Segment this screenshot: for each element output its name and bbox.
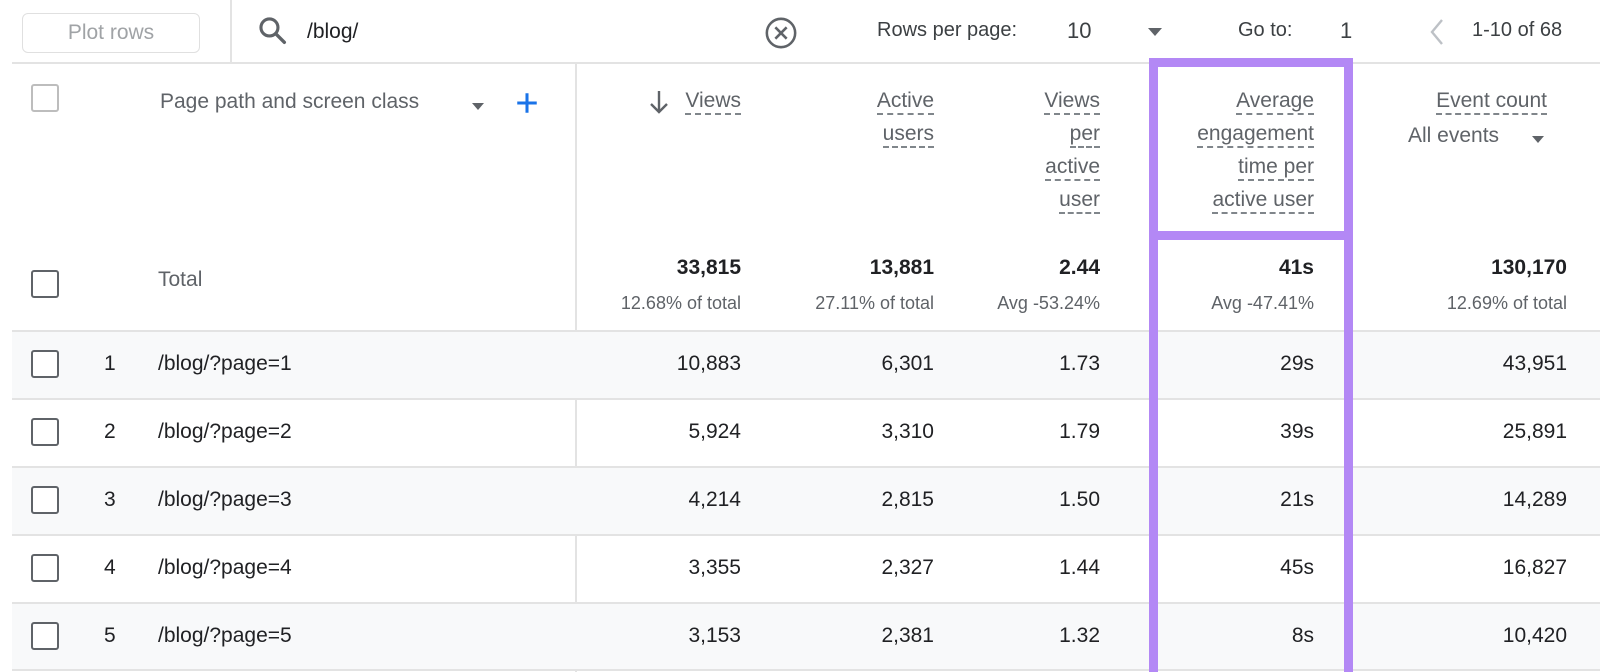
- header-line: Views: [1044, 89, 1100, 115]
- cell-avg-engagement: 45s: [1280, 556, 1314, 579]
- cell-active-users: 2,815: [881, 488, 934, 511]
- total-checkbox[interactable]: [31, 270, 59, 298]
- cell-views-per-user: 1.32: [1059, 624, 1100, 647]
- row-checkbox[interactable]: [31, 350, 59, 378]
- total-avg-engagement: 41s: [1278, 256, 1314, 279]
- column-header-active-users[interactable]: Active users: [790, 84, 934, 150]
- row-number: 3: [104, 488, 116, 511]
- clear-search-icon[interactable]: [764, 16, 798, 50]
- row-checkbox[interactable]: [31, 622, 59, 650]
- row-checkbox[interactable]: [31, 486, 59, 514]
- search-icon: [259, 17, 287, 45]
- search-input[interactable]: /blog/: [307, 20, 358, 44]
- cell-views-per-user: 1.50: [1059, 488, 1100, 511]
- header-line: users: [882, 122, 934, 148]
- total-label: Total: [158, 268, 203, 291]
- cell-event-count: 43,951: [1502, 352, 1567, 375]
- cell-event-count: 25,891: [1502, 420, 1567, 443]
- header-line: active: [1045, 155, 1100, 181]
- cell-active-users: 2,381: [881, 624, 934, 647]
- goto-label: Go to:: [1238, 19, 1293, 41]
- header-line: per: [1069, 122, 1100, 148]
- total-active-users: 13,881: [869, 256, 934, 279]
- column-header-views-per-active-user[interactable]: Views per active user: [960, 84, 1100, 216]
- cell-active-users: 6,301: [881, 352, 934, 375]
- plus-icon[interactable]: [514, 90, 540, 116]
- dimension-header[interactable]: Page path and screen class: [160, 90, 419, 114]
- header-line: Event count: [1436, 89, 1547, 115]
- total-views-share: 12.68% of total: [620, 293, 741, 313]
- dropdown-caret-icon[interactable]: [1148, 28, 1162, 36]
- dimension-dropdown-icon[interactable]: [472, 103, 484, 110]
- cell-views: 5,924: [688, 420, 741, 443]
- row-number: 2: [104, 420, 116, 443]
- row-page-path[interactable]: /blog/?page=3: [158, 488, 292, 512]
- cell-active-users: 3,310: [881, 420, 934, 443]
- cell-views-per-user: 1.73: [1059, 352, 1100, 375]
- column-header-event-count[interactable]: Event count: [1380, 84, 1547, 117]
- row-number: 4: [104, 556, 116, 579]
- row-page-path[interactable]: /blog/?page=2: [158, 420, 292, 444]
- cell-views: 3,355: [688, 556, 741, 579]
- cell-avg-engagement: 21s: [1280, 488, 1314, 511]
- page-range: 1-10 of 68: [1472, 19, 1563, 41]
- cell-event-count: 16,827: [1502, 556, 1567, 579]
- table-row[interactable]: 4 /blog/?page=4 3,355 2,327 1.44 45s 16,…: [12, 534, 1600, 602]
- row-page-path[interactable]: /blog/?page=5: [158, 624, 292, 648]
- total-views: 33,815: [676, 256, 741, 279]
- cell-event-count: 14,289: [1502, 488, 1567, 511]
- table-row[interactable]: 3 /blog/?page=3 4,214 2,815 1.50 21s 14,…: [12, 466, 1600, 534]
- table-bottom-border: [12, 669, 1600, 671]
- highlight-column-right-edge: [1344, 240, 1353, 672]
- row-number: 1: [104, 352, 116, 375]
- row-page-path[interactable]: /blog/?page=1: [158, 352, 292, 376]
- cell-views: 4,214: [688, 488, 741, 511]
- cell-avg-engagement: 39s: [1280, 420, 1314, 443]
- total-views-per-user: 2.44: [1059, 256, 1100, 279]
- plot-rows-button[interactable]: Plot rows: [22, 13, 200, 53]
- table-row[interactable]: 1 /blog/?page=1 10,883 6,301 1.73 29s 43…: [12, 330, 1600, 398]
- header-line: Active: [876, 89, 934, 115]
- cell-views-per-user: 1.44: [1059, 556, 1100, 579]
- column-header-views[interactable]: Views: [600, 84, 741, 117]
- chevron-left-icon[interactable]: [1427, 16, 1447, 48]
- row-page-path[interactable]: /blog/?page=4: [158, 556, 292, 580]
- select-all-checkbox[interactable]: [31, 84, 59, 112]
- row-number: 5: [104, 624, 116, 647]
- cell-event-count: 10,420: [1502, 624, 1567, 647]
- cell-active-users: 2,327: [881, 556, 934, 579]
- cell-views: 3,153: [688, 624, 741, 647]
- table-row[interactable]: 2 /blog/?page=2 5,924 3,310 1.79 39s 25,…: [12, 398, 1600, 466]
- cell-avg-engagement: 8s: [1291, 624, 1314, 647]
- cell-views: 10,883: [676, 352, 741, 375]
- header-line: Views: [685, 89, 741, 115]
- total-event-count: 130,170: [1491, 256, 1567, 279]
- cell-avg-engagement: 29s: [1280, 352, 1314, 375]
- highlight-header-box: [1149, 58, 1353, 240]
- toolbar-divider: [230, 0, 232, 64]
- event-filter-select[interactable]: All events: [1408, 124, 1499, 148]
- total-views-per-user-avg: Avg -53.24%: [997, 293, 1100, 313]
- row-checkbox[interactable]: [31, 418, 59, 446]
- cell-views-per-user: 1.79: [1059, 420, 1100, 443]
- total-active-users-share: 27.11% of total: [815, 293, 934, 313]
- total-avg-engagement-avg: Avg -47.41%: [1211, 293, 1314, 313]
- table-row[interactable]: 5 /blog/?page=5 3,153 2,381 1.32 8s 10,4…: [12, 602, 1600, 670]
- total-event-count-share: 12.69% of total: [1446, 293, 1567, 313]
- table-toolbar: Plot rows /blog/ Rows per page: 10 Go to…: [12, 0, 1600, 64]
- row-checkbox[interactable]: [31, 554, 59, 582]
- highlight-column-left-edge: [1149, 240, 1158, 672]
- header-line: user: [1059, 188, 1100, 214]
- rows-per-page-select[interactable]: 10: [1067, 18, 1091, 44]
- rows-per-page-label: Rows per page:: [877, 19, 1018, 41]
- event-filter-dropdown-icon[interactable]: [1532, 136, 1544, 143]
- goto-page-input[interactable]: 1: [1340, 18, 1352, 44]
